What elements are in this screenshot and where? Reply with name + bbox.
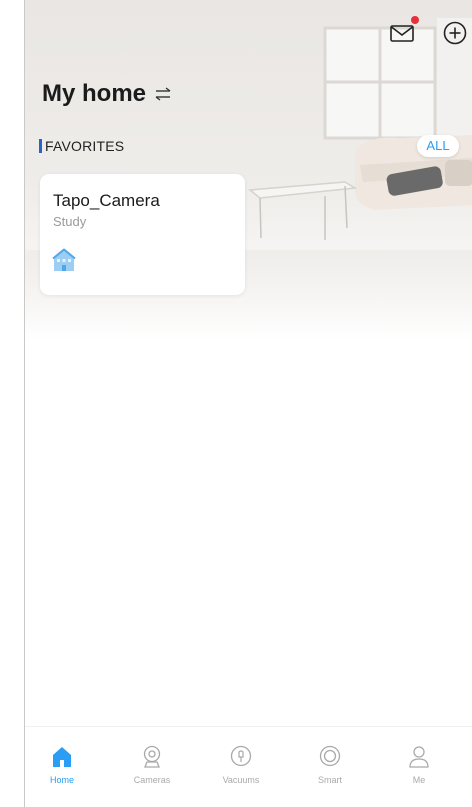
smart-icon (319, 745, 341, 767)
swap-icon (155, 87, 171, 101)
nav-label-me: Me (412, 775, 426, 785)
nav-smart[interactable]: Smart (295, 745, 365, 785)
all-button[interactable]: ALL (417, 135, 459, 157)
device-card[interactable]: Tapo_Camera Study (40, 174, 245, 295)
page-title: My home (42, 80, 147, 107)
device-room: Study (53, 214, 87, 229)
bottom-navigation: Home Cameras Vacuums Smart Me (25, 726, 472, 807)
favorites-accent-bar (39, 139, 42, 153)
home-icon (53, 747, 71, 767)
nav-label-home: Home (49, 775, 74, 785)
mail-icon[interactable] (389, 22, 415, 44)
nav-label-cameras: Cameras (133, 775, 171, 785)
nav-home[interactable]: Home (27, 745, 97, 785)
home-selector[interactable]: My home (42, 80, 172, 108)
nav-label-vacuums: Vacuums (222, 775, 260, 785)
nav-cameras[interactable]: Cameras (117, 745, 187, 785)
app-screen: My home FAVORITES ALL Tapo_Camera Study (24, 0, 472, 807)
nav-vacuums[interactable]: Vacuums (206, 745, 276, 785)
house-icon (52, 248, 76, 271)
device-name: Tapo_Camera (53, 191, 160, 210)
person-icon (409, 746, 429, 768)
favorites-label: FAVORITES (45, 138, 125, 154)
nav-label-smart: Smart (317, 775, 342, 785)
notification-dot (411, 16, 419, 24)
add-circle-icon[interactable] (442, 20, 468, 46)
vacuum-icon (230, 745, 252, 767)
camera-icon (143, 745, 161, 768)
nav-me[interactable]: Me (384, 745, 454, 785)
